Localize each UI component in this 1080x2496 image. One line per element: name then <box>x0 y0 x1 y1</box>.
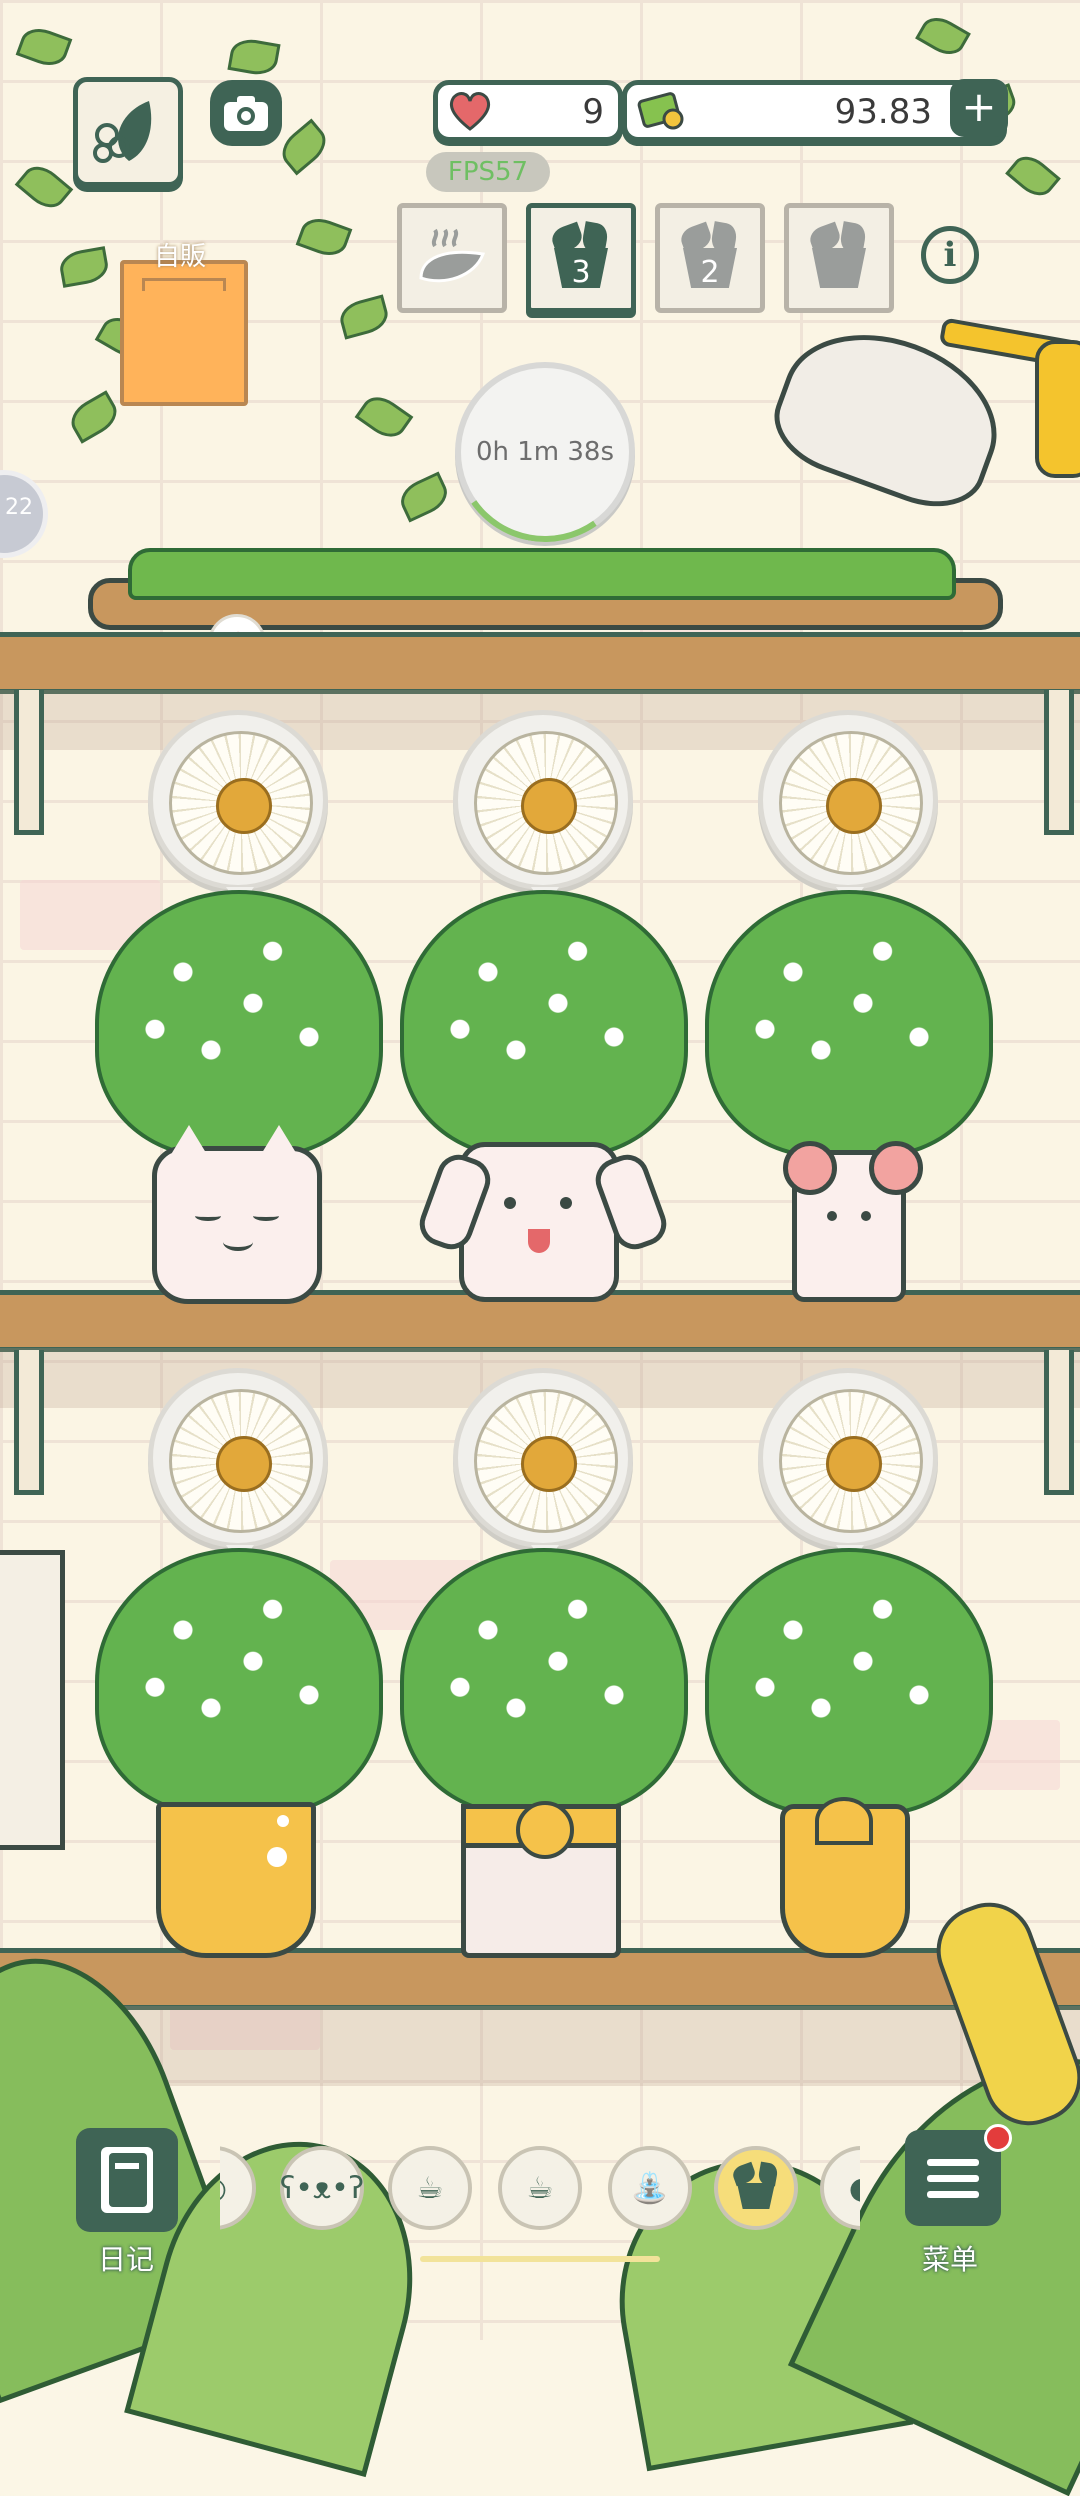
daisy-icon <box>474 731 618 875</box>
shop-sign[interactable]: 自販 <box>120 242 248 406</box>
bunny-pot <box>783 1141 923 1302</box>
daisy-icon <box>474 1389 618 1533</box>
daisy-bush <box>400 1548 688 1816</box>
cat-pot <box>152 1125 322 1304</box>
camera-icon <box>224 96 268 131</box>
side-level-label: 22 <box>5 495 33 520</box>
menu-notification-dot <box>984 2124 1012 2152</box>
cup-icon: ☕ <box>526 2170 554 2206</box>
diary-button[interactable] <box>76 2128 178 2232</box>
cup-tool[interactable]: ☕ <box>388 2146 472 2230</box>
harvest-bubble[interactable] <box>453 1368 633 1565</box>
bear-tool[interactable]: ʕ•ᴥ•ʔ <box>280 2146 364 2230</box>
fps-counter: FPS57 <box>426 152 550 192</box>
watering-can-icon: ⛲ <box>631 2170 669 2206</box>
hearts-counter: 9 <box>433 80 623 142</box>
plant-tool[interactable] <box>714 2146 798 2230</box>
daisy-bush <box>705 1548 993 1816</box>
collection-button[interactable] <box>73 77 183 187</box>
hamburger-menu-icon <box>927 2159 979 2198</box>
seed-slot-2-count: 3 <box>571 255 591 290</box>
white-flower-pot <box>461 1801 621 1958</box>
plant-tulip-pot[interactable] <box>700 1368 993 1958</box>
bear-icon: ʕ•ᴥ•ʔ <box>279 2170 365 2206</box>
shelf-bracket <box>14 690 44 835</box>
daisy-bush <box>400 890 688 1158</box>
shelf-bracket <box>14 1350 44 1495</box>
daisy-bush <box>705 890 993 1158</box>
wall-lamp <box>760 306 1080 524</box>
shop-sign-label: 自販 <box>154 242 207 272</box>
hearts-value: 9 <box>582 92 604 132</box>
plant-pot-icon <box>804 218 874 298</box>
plant-pot-icon <box>730 2161 779 2213</box>
shelf-top <box>0 632 1080 694</box>
money-icon <box>637 92 684 130</box>
seed-slot-3[interactable]: 2 <box>655 203 765 313</box>
harvest-bubble[interactable] <box>453 710 633 907</box>
info-button[interactable]: i <box>921 226 979 284</box>
tool-partial-left[interactable]: ◐ <box>220 2146 256 2230</box>
daisy-icon <box>779 731 923 875</box>
daisy-bush <box>95 890 383 1158</box>
plant-yellow-pot[interactable] <box>90 1368 383 1958</box>
harvest-bubble[interactable] <box>758 710 938 907</box>
diary-icon <box>101 2147 153 2213</box>
seed-slot-1[interactable] <box>397 203 507 313</box>
daisy-bush <box>95 1548 383 1816</box>
heart-icon <box>449 92 491 131</box>
seed-slot-4[interactable] <box>784 203 894 313</box>
dog-pot <box>413 1142 673 1302</box>
plant-cat-pot[interactable] <box>90 710 383 1304</box>
plant-dog-pot[interactable] <box>395 710 688 1302</box>
seed-slot-3-count: 2 <box>700 255 720 290</box>
money-counter: 93.83 + <box>622 79 1008 142</box>
tulip-pot <box>780 1797 910 1958</box>
diary-label: 日记 <box>98 2243 155 2276</box>
drying-timer: 0h 1m 38s <box>440 347 650 557</box>
daisy-icon <box>779 1389 923 1533</box>
cup-tool-2[interactable]: ☕ <box>498 2146 582 2230</box>
plant-white-flower-pot[interactable] <box>395 1368 688 1958</box>
daisy-icon <box>169 731 313 875</box>
leaf-seed-icon <box>93 101 152 163</box>
money-value: 93.83 <box>834 92 932 132</box>
seed-bag-icon <box>419 228 486 283</box>
yellow-pot <box>156 1802 316 1958</box>
side-house <box>0 1550 65 1850</box>
add-money-button[interactable]: + <box>950 79 1008 137</box>
daisy-icon <box>169 1389 313 1533</box>
seed-slot-2[interactable]: 3 <box>526 203 636 313</box>
menu-label: 菜单 <box>922 2243 979 2276</box>
plant-bunny-pot[interactable] <box>700 710 993 1302</box>
tool-scroll-strip[interactable]: ◐ ʕ•ᴥ•ʔ ☕ ☕ ⛲ ◐ <box>220 2130 860 2240</box>
harvest-bubble[interactable] <box>148 710 328 907</box>
shelf-bracket <box>1044 690 1074 835</box>
harvest-bubble[interactable] <box>758 1368 938 1565</box>
shelf-bracket <box>1044 1350 1074 1495</box>
scroll-indicator <box>420 2256 660 2262</box>
camera-button[interactable] <box>210 80 282 146</box>
cup-icon: ☕ <box>416 2170 444 2206</box>
watering-can-tool[interactable]: ⛲ <box>608 2146 692 2230</box>
harvest-bubble[interactable] <box>148 1368 328 1565</box>
tool-partial-right[interactable]: ◐ <box>820 2146 860 2230</box>
